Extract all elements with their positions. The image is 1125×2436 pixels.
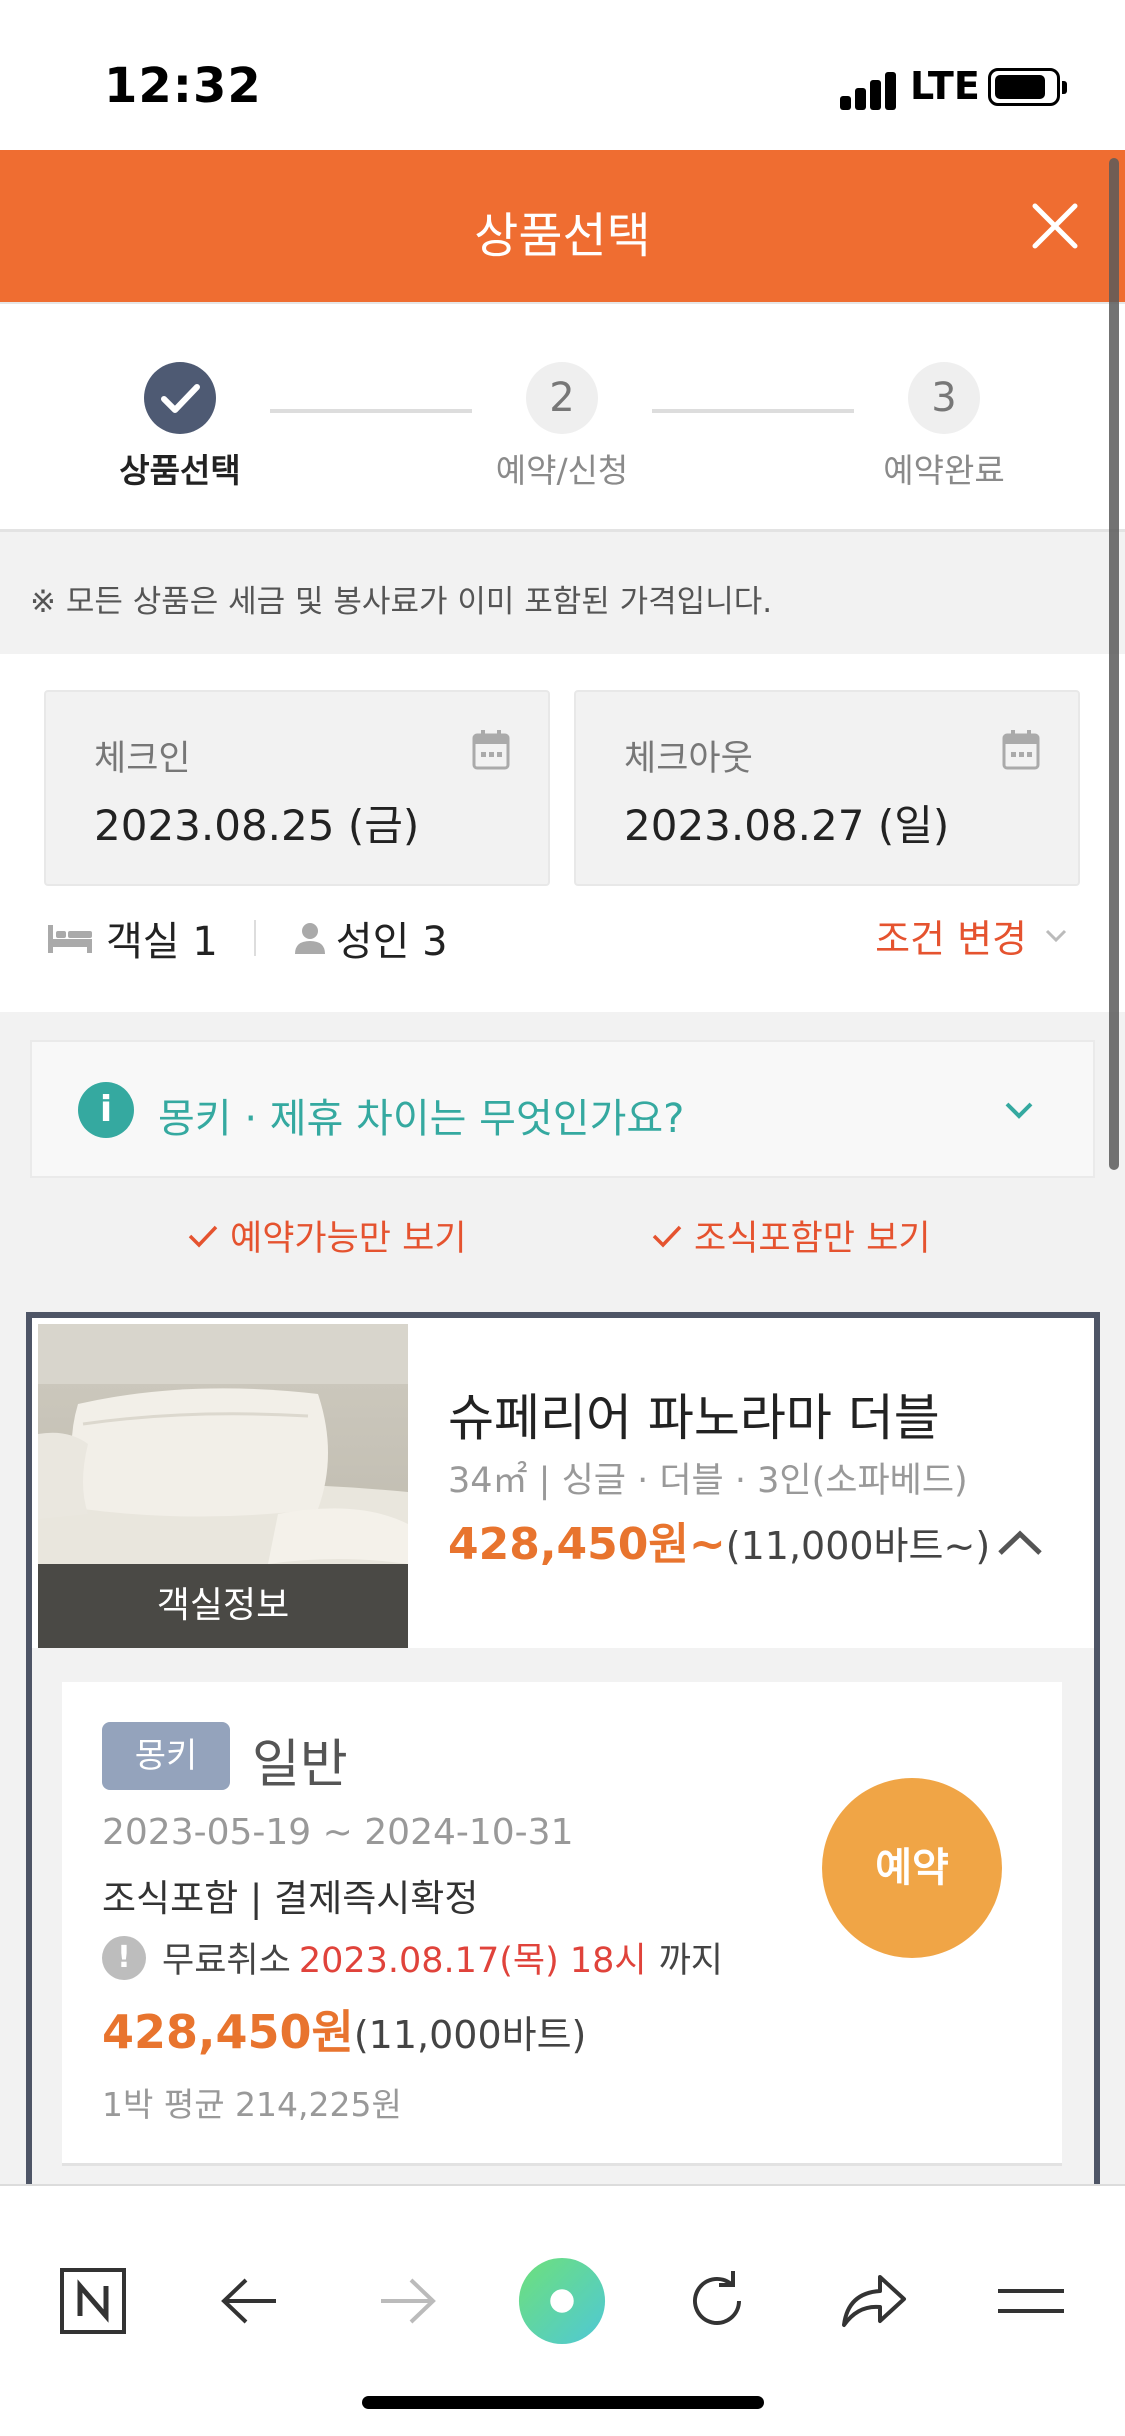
chevron-up-icon xyxy=(998,1530,1042,1555)
back-button[interactable] xyxy=(205,2256,295,2346)
network-type: LTE xyxy=(910,64,980,108)
rate-plan-card: 몽키 일반 2023-05-19 ~ 2024-10-31 조식포함 | 결제즉… xyxy=(62,1682,1062,2166)
back-arrow-icon xyxy=(221,2278,276,2324)
change-conditions-label: 조건 변경 xyxy=(875,917,1027,961)
room-price-thb: (11,000바트~) xyxy=(725,1524,991,1568)
room-count-text: 객실 1 xyxy=(106,919,218,965)
calendar-icon xyxy=(472,730,510,770)
step-connector xyxy=(652,409,854,413)
header: 상품선택 xyxy=(0,150,1125,302)
monkey-partner-info[interactable]: i 몽키 · 제휴 차이는 무엇인가요? xyxy=(30,1040,1095,1178)
date-section: 체크인 2023.08.25 (금) 체크아웃 2023.08.27 (일) 객… xyxy=(0,654,1125,1012)
room-info-label: 객실정보 xyxy=(38,1564,408,1648)
checkout-field[interactable]: 체크아웃 2023.08.27 (일) xyxy=(574,690,1080,886)
close-icon xyxy=(1032,203,1078,249)
close-button[interactable] xyxy=(1015,186,1095,266)
share-icon xyxy=(842,2275,906,2327)
status-time: 12:32 xyxy=(104,58,262,114)
scrollbar[interactable] xyxy=(1109,158,1119,1170)
warning-icon: ! xyxy=(102,1935,146,1980)
step-2-indicator: 2 xyxy=(526,362,598,434)
info-icon: i xyxy=(78,1082,134,1138)
status-bar: 12:32 LTE xyxy=(0,0,1125,150)
filter-available-only[interactable]: 예약가능만 보기 xyxy=(186,1210,467,1261)
book-button[interactable]: 예약 xyxy=(822,1778,1002,1958)
room-spec: 34㎡ | 싱글 · 더블 · 3인(소파베드) xyxy=(448,1461,968,1501)
bed-icon xyxy=(48,925,92,953)
cancel-deadline: 2023.08.17(목) 18시 xyxy=(298,1941,647,1981)
nightly-average: 1박 평균 214,225원 xyxy=(102,2085,402,2124)
change-conditions-button[interactable]: 조건 변경 xyxy=(875,908,1071,963)
rate-price-thb: (11,000바트) xyxy=(353,2013,587,2057)
adult-count-text: 성인 3 xyxy=(335,919,448,965)
step-connector xyxy=(270,409,472,413)
step-3-indicator: 3 xyxy=(908,362,980,434)
info-text: 몽키 · 제휴 차이는 무엇인가요? xyxy=(158,1096,685,1142)
rate-period: 2023-05-19 ~ 2024-10-31 xyxy=(102,1812,574,1853)
battery-icon xyxy=(988,68,1067,106)
room-photo[interactable]: 객실정보 xyxy=(38,1324,408,1648)
filter-row: 예약가능만 보기 조식포함만 보기 xyxy=(0,1210,1125,1270)
calendar-icon xyxy=(1002,730,1040,770)
page-title: 상품선택 xyxy=(474,208,651,264)
rate-price: 428,450원 (11,000바트) xyxy=(102,1996,586,2062)
signal-icon xyxy=(840,70,900,110)
checkout-label: 체크아웃 xyxy=(624,739,753,779)
rate-type: 일반 xyxy=(252,1735,348,1795)
chevron-down-icon xyxy=(1045,929,1067,942)
checkin-value: 2023.08.25 (금) xyxy=(94,801,420,850)
progress-steps: 상품선택 2 예약/신청 3 예약완료 xyxy=(0,302,1125,532)
check-icon xyxy=(652,1225,682,1248)
room-price-krw: 428,450원~ xyxy=(448,1519,726,1570)
guest-summary: 객실 1 성인 3 xyxy=(46,908,448,968)
rate-conditions: 조식포함 | 결제즉시확정 xyxy=(102,1877,479,1920)
refresh-icon xyxy=(693,2271,741,2325)
refresh-button[interactable] xyxy=(672,2256,762,2346)
forward-button[interactable] xyxy=(362,2256,452,2346)
green-dot-button[interactable] xyxy=(517,2256,607,2346)
tax-notice: ※ 모든 상품은 세금 및 봉사료가 이미 포함된 가격입니다. xyxy=(0,532,1125,654)
notice-text: ※ 모든 상품은 세금 및 봉사료가 이미 포함된 가격입니다. xyxy=(30,584,773,620)
checkin-field[interactable]: 체크인 2023.08.25 (금) xyxy=(44,690,550,886)
room-count: 객실 1 xyxy=(46,909,218,967)
filter-breakfast-only[interactable]: 조식포함만 보기 xyxy=(650,1210,931,1261)
person-icon xyxy=(294,923,325,954)
home-dot-icon xyxy=(518,2257,606,2345)
step-3-label: 예약완료 xyxy=(883,451,1005,490)
menu-icon xyxy=(998,2289,1064,2313)
divider xyxy=(253,920,256,956)
step-1-indicator xyxy=(144,362,216,434)
filter-breakfast-label: 조식포함만 보기 xyxy=(694,1219,931,1259)
checkin-label: 체크인 xyxy=(94,739,191,779)
room-card: 객실정보 슈페리어 파노라마 더블 34㎡ | 싱글 · 더블 · 3인(소파베… xyxy=(26,1312,1100,2212)
filter-available-label: 예약가능만 보기 xyxy=(230,1219,467,1259)
collapse-button[interactable] xyxy=(990,1518,1050,1568)
room-name: 슈페리어 파노라마 더블 xyxy=(448,1389,940,1447)
n-logo-icon xyxy=(60,2268,126,2334)
chevron-down-icon xyxy=(1005,1102,1033,1119)
room-header: 객실정보 슈페리어 파노라마 더블 34㎡ | 싱글 · 더블 · 3인(소파베… xyxy=(32,1318,1094,1648)
free-cancel-info: ! 무료취소 2023.08.17(목) 18시 까지 xyxy=(102,1932,723,1983)
share-button[interactable] xyxy=(828,2256,918,2346)
menu-button[interactable] xyxy=(986,2256,1076,2346)
check-icon xyxy=(161,384,200,413)
room-price: 428,450원~ (11,000바트~) xyxy=(448,1508,990,1572)
cancel-suffix: 까지 xyxy=(658,1941,723,1981)
home-indicator xyxy=(362,2396,764,2409)
room-list-area: i 몽키 · 제휴 차이는 무엇인가요? 예약가능만 보기 조식포함만 보기 객… xyxy=(0,1012,1125,2212)
step-2-label: 예약/신청 xyxy=(495,451,629,490)
browser-toolbar xyxy=(0,2184,1125,2436)
monkey-badge: 몽키 xyxy=(102,1722,230,1790)
rate-price-krw: 428,450원 xyxy=(102,2005,354,2059)
step-1-label: 상품선택 xyxy=(119,451,241,490)
forward-arrow-icon xyxy=(381,2278,436,2324)
checkout-value: 2023.08.27 (일) xyxy=(624,801,950,850)
cancel-prefix: 무료취소 xyxy=(162,1941,291,1981)
naver-home-button[interactable] xyxy=(48,2256,138,2346)
check-icon xyxy=(188,1225,218,1248)
adult-count: 성인 3 xyxy=(292,909,448,967)
